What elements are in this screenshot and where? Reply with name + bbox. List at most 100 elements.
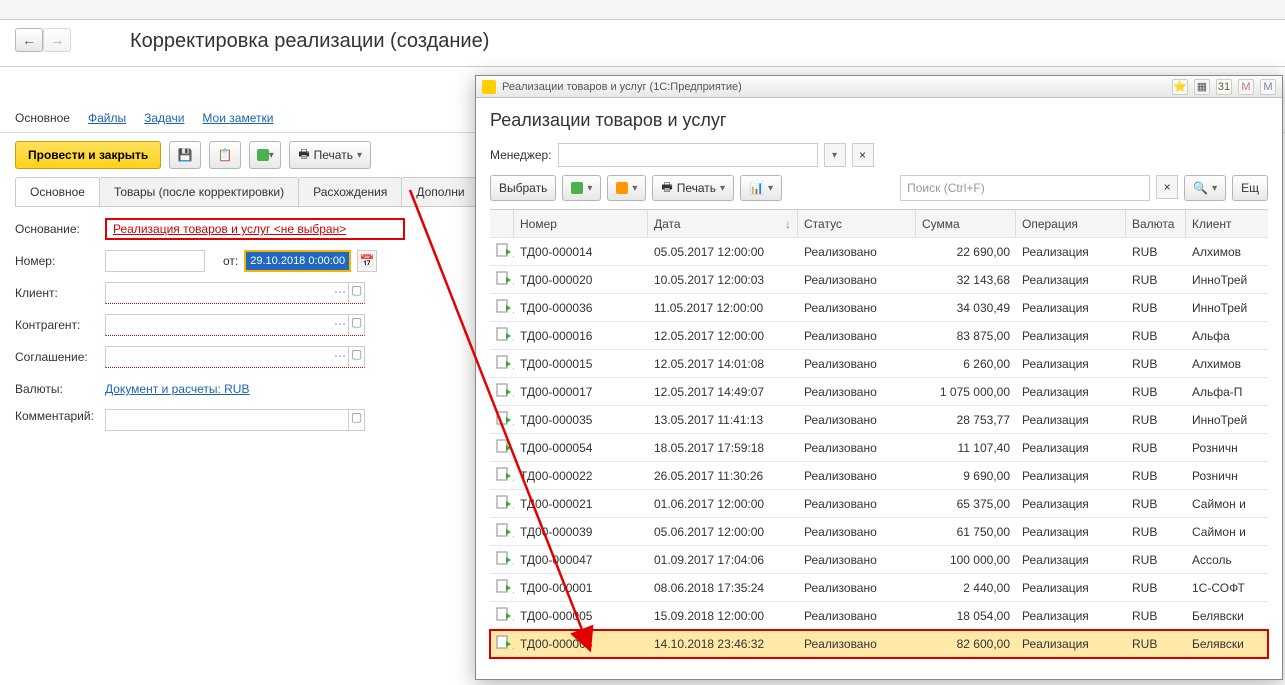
table-row[interactable]: ТД00-00001612.05.2017 12:00:00Реализован… <box>490 322 1268 350</box>
table-row[interactable]: ТД00-00000108.06.2018 17:35:24Реализован… <box>490 574 1268 602</box>
open-icon[interactable]: ▢ <box>348 315 364 335</box>
cell-cur: RUB <box>1126 301 1186 315</box>
col-cur[interactable]: Валюта <box>1126 210 1186 237</box>
report-popup-button[interactable]: 📊 ▾ <box>740 175 782 201</box>
form-tab-main[interactable]: Основное <box>15 177 100 206</box>
table-row[interactable]: ТД00-00004701.09.2017 17:04:06Реализован… <box>490 546 1268 574</box>
tab-files[interactable]: Файлы <box>88 111 126 125</box>
cell-number: ТД00-000005 <box>514 637 648 651</box>
search-input[interactable]: Поиск (Ctrl+F) <box>900 175 1150 201</box>
open-icon[interactable]: ▢ <box>348 347 364 367</box>
chevron-down-icon: ▾ <box>632 183 637 194</box>
close-icon: × <box>859 148 866 162</box>
currency-link[interactable]: Документ и расчеты: RUB <box>105 382 249 396</box>
contragent-input[interactable]: ▢ <box>105 314 365 336</box>
table-row[interactable]: ТД00-00002010.05.2017 12:00:03Реализован… <box>490 266 1268 294</box>
cell-client: Белявски <box>1186 609 1278 623</box>
search-clear-button[interactable]: × <box>1156 175 1178 199</box>
number-input[interactable] <box>105 250 205 272</box>
tab-notes[interactable]: Мои заметки <box>202 111 273 125</box>
cell-op: Реализация <box>1016 497 1126 511</box>
cell-op: Реализация <box>1016 637 1126 651</box>
table-row[interactable]: ТД00-00000515.09.2018 12:00:00Реализован… <box>490 602 1268 630</box>
table-row[interactable]: ТД00-00001512.05.2017 14:01:08Реализован… <box>490 350 1268 378</box>
tab-main[interactable]: Основное <box>15 111 70 125</box>
table-row[interactable]: ТД00-00003513.05.2017 11:41:13Реализован… <box>490 406 1268 434</box>
table-row[interactable]: ТД00-00003905.06.2017 12:00:00Реализован… <box>490 518 1268 546</box>
orange-icon <box>616 182 628 194</box>
col-client[interactable]: Клиент <box>1186 210 1278 237</box>
document-posted-icon <box>496 327 512 341</box>
col-number[interactable]: Номер <box>514 210 648 237</box>
open-icon[interactable]: ▢ <box>348 410 364 430</box>
table-row[interactable]: ТД00-00002101.06.2017 12:00:00Реализован… <box>490 490 1268 518</box>
col-status[interactable]: Статус <box>798 210 916 237</box>
calendar-mini-icon[interactable]: 31 <box>1216 79 1232 95</box>
m2-icon[interactable]: M <box>1260 79 1276 95</box>
agreement-label: Соглашение: <box>15 350 105 364</box>
green-plus-icon <box>571 182 583 194</box>
cell-op: Реализация <box>1016 357 1126 371</box>
col-date[interactable]: Дата↓ <box>648 210 798 237</box>
calendar-icon: 📅 <box>360 254 375 268</box>
tab-tasks[interactable]: Задачи <box>144 111 184 125</box>
table-row[interactable]: ТД00-00000514.10.2018 23:46:32Реализован… <box>490 630 1268 658</box>
more-button[interactable]: Ещ <box>1232 175 1268 201</box>
cell-cur: RUB <box>1126 553 1186 567</box>
date-input[interactable]: 29.10.2018 0:00:00 <box>244 250 351 272</box>
col-sum[interactable]: Сумма <box>916 210 1016 237</box>
cell-op: Реализация <box>1016 469 1126 483</box>
client-input[interactable]: ▢ <box>105 282 365 304</box>
document-posted-icon <box>496 551 512 565</box>
print-button[interactable]: 🖶Печать▾ <box>289 141 371 169</box>
m-icon[interactable]: M <box>1238 79 1254 95</box>
grid-icon[interactable]: ▦ <box>1194 79 1210 95</box>
cell-date: 05.05.2017 12:00:00 <box>648 245 798 259</box>
table-row[interactable]: ТД00-00003611.05.2017 12:00:00Реализован… <box>490 294 1268 322</box>
form-tab-diff[interactable]: Расхождения <box>298 177 402 206</box>
table-row[interactable]: ТД00-00001405.05.2017 12:00:00Реализован… <box>490 238 1268 266</box>
favorite-icon[interactable]: ⭐ <box>1172 79 1188 95</box>
cell-date: 14.10.2018 23:46:32 <box>648 637 798 651</box>
agreement-input[interactable]: ▢ <box>105 346 365 368</box>
cell-sum: 82 600,00 <box>916 637 1016 651</box>
manager-input[interactable] <box>558 143 818 167</box>
action-popup-button[interactable]: ▾ <box>607 175 646 201</box>
print-popup-button[interactable]: 🖶Печать ▾ <box>652 175 734 201</box>
open-icon[interactable]: ▢ <box>348 283 364 303</box>
cell-sum: 32 143,68 <box>916 273 1016 287</box>
select-button[interactable]: Выбрать <box>490 175 556 201</box>
document-posted-icon <box>496 635 512 649</box>
manager-clear-button[interactable]: × <box>852 143 874 167</box>
popup-titlebar[interactable]: Реализации товаров и услуг (1С:Предприят… <box>476 76 1282 98</box>
post-and-close-button[interactable]: Провести и закрыть <box>15 141 161 169</box>
form-tab-extra[interactable]: Дополни <box>401 177 479 206</box>
cell-sum: 22 690,00 <box>916 245 1016 259</box>
cell-number: ТД00-000016 <box>514 329 648 343</box>
create-based-button[interactable]: ▾ <box>249 141 281 169</box>
find-button[interactable]: 🔍 ▾ <box>1184 175 1226 201</box>
table-row[interactable]: ТД00-00002226.05.2017 11:30:26Реализован… <box>490 462 1268 490</box>
document-posted-icon <box>496 411 512 425</box>
create-based-popup-button[interactable]: ▾ <box>562 175 601 201</box>
cell-status: Реализовано <box>798 357 916 371</box>
cell-status: Реализовано <box>798 245 916 259</box>
table-row[interactable]: ТД00-00001712.05.2017 14:49:07Реализован… <box>490 378 1268 406</box>
document-posted-icon <box>496 439 512 453</box>
manager-dropdown-button[interactable]: ▾ <box>824 143 846 167</box>
form-tab-goods[interactable]: Товары (после корректировки) <box>99 177 299 206</box>
print-label: Печать <box>314 148 353 162</box>
post-button[interactable]: 📋 <box>209 141 241 169</box>
calendar-button[interactable]: 📅 <box>357 250 377 272</box>
document-posted-icon <box>496 271 512 285</box>
table-row[interactable]: ТД00-00005418.05.2017 17:59:18Реализован… <box>490 434 1268 462</box>
cell-number: ТД00-000035 <box>514 413 648 427</box>
cell-sum: 11 107,40 <box>916 441 1016 455</box>
basis-link[interactable]: Реализация товаров и услуг <не выбран> <box>113 222 346 236</box>
cell-op: Реализация <box>1016 581 1126 595</box>
basis-label: Основание: <box>15 222 105 236</box>
basis-field[interactable]: Реализация товаров и услуг <не выбран> <box>105 218 405 240</box>
comment-input[interactable]: ▢ <box>105 409 365 431</box>
save-button[interactable]: 💾 <box>169 141 201 169</box>
col-op[interactable]: Операция <box>1016 210 1126 237</box>
